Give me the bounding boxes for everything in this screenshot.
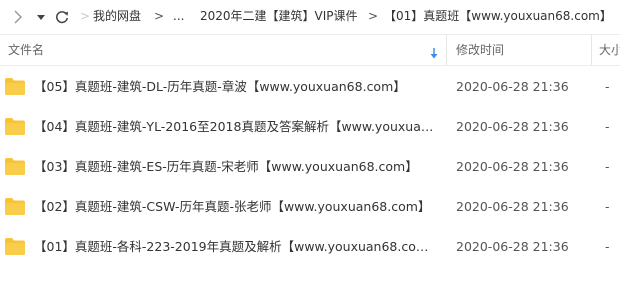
breadcrumb-ellipsis[interactable]: ... [173, 8, 184, 24]
table-row[interactable]: 【03】真题班-建筑-ES-历年真题-宋老师【www.youxuan68.com… [0, 148, 620, 188]
file-modified-time: 2020-06-28 21:36 [456, 159, 569, 174]
breadcrumb-parent-folder[interactable]: 2020年二建【建筑】VIP课件 [200, 8, 358, 24]
file-modified-time: 2020-06-28 21:36 [456, 239, 569, 254]
refresh-icon [56, 11, 69, 24]
navigation-bar: > 我的网盘 > ... 2020年二建【建筑】VIP课件 > 【01】真题班【… [0, 0, 620, 34]
breadcrumb-current-folder: 【01】真题班【www.youxuan68.com】 [384, 9, 612, 23]
file-name[interactable]: 【02】真题班-建筑-CSW-历年真题-张老师【www.youxuan68.co… [34, 199, 439, 215]
caret-down-icon [37, 14, 45, 20]
folder-icon [5, 158, 25, 175]
file-size: - [605, 119, 610, 134]
folder-icon [5, 118, 25, 135]
file-size: - [605, 79, 610, 94]
folder-icon [5, 198, 25, 215]
file-name[interactable]: 【03】真题班-建筑-ES-历年真题-宋老师【www.youxuan68.com… [34, 159, 439, 175]
table-row[interactable]: 【02】真题班-建筑-CSW-历年真题-张老师【www.youxuan68.co… [0, 188, 620, 228]
chevron-right-icon [14, 10, 22, 24]
file-modified-time: 2020-06-28 21:36 [456, 79, 569, 94]
table-row[interactable]: 【05】真题班-建筑-DL-历年真题-章波【www.youxuan68.com】… [0, 68, 620, 108]
sort-down-arrow-icon[interactable] [430, 44, 438, 63]
folder-icon [5, 78, 25, 95]
breadcrumb-separator: > [368, 9, 379, 23]
file-modified-time: 2020-06-28 21:36 [456, 199, 569, 214]
file-size: - [605, 239, 610, 254]
file-name[interactable]: 【04】真题班-建筑-YL-2016至2018真题及答案解析【www.youxu… [34, 119, 439, 135]
file-name[interactable]: 【01】真题班-各科-223-2019年真题及解析【www.youxuan68.… [34, 239, 439, 255]
folder-icon [5, 238, 25, 255]
file-size: - [605, 159, 610, 174]
breadcrumb-separator: > [154, 9, 165, 23]
file-list-header: 文件名 修改时间 大小 [0, 34, 620, 66]
history-dropdown-button[interactable] [35, 7, 47, 27]
file-name[interactable]: 【05】真题班-建筑-DL-历年真题-章波【www.youxuan68.com】 [34, 79, 439, 95]
column-header-modified[interactable]: 修改时间 [456, 43, 504, 58]
breadcrumb-separator: > [80, 9, 91, 23]
table-row[interactable]: 【04】真题班-建筑-YL-2016至2018真题及答案解析【www.youxu… [0, 108, 620, 148]
column-divider[interactable] [591, 35, 592, 65]
column-header-name[interactable]: 文件名 [8, 43, 44, 58]
file-modified-time: 2020-06-28 21:36 [456, 119, 569, 134]
breadcrumb-my-drive[interactable]: 我的网盘 [93, 8, 141, 24]
table-row[interactable]: 【01】真题班-各科-223-2019年真题及解析【www.youxuan68.… [0, 228, 620, 268]
refresh-button[interactable] [53, 7, 71, 27]
column-header-size[interactable]: 大小 [599, 43, 620, 58]
forward-button[interactable] [11, 7, 25, 27]
file-size: - [605, 199, 610, 214]
column-divider[interactable] [446, 35, 447, 65]
